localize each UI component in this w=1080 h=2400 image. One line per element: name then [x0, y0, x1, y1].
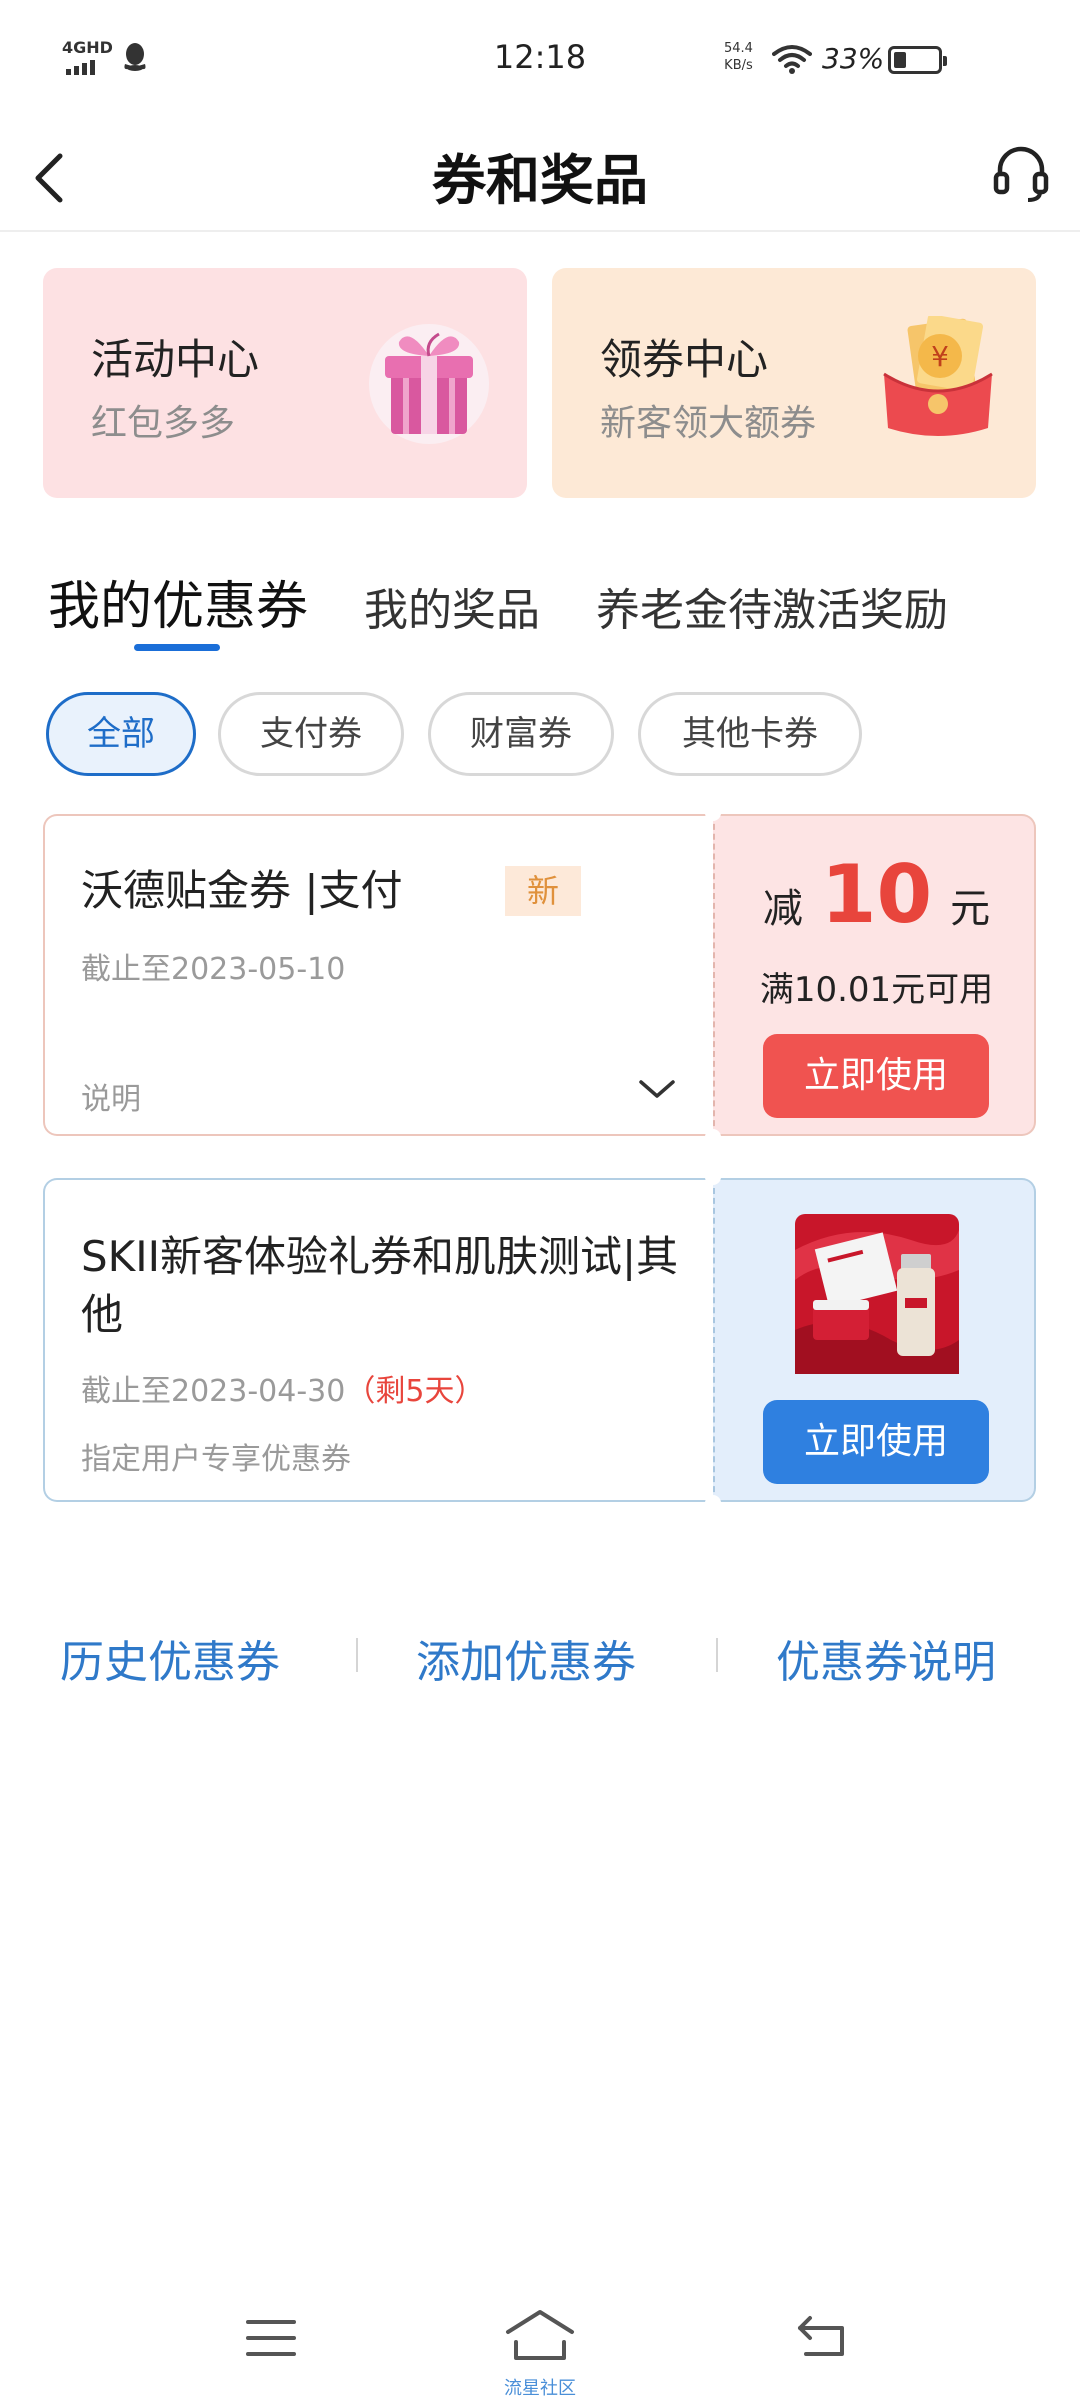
- days-remaining: （剩5天）: [345, 1374, 485, 1409]
- status-bar: 4GHD 12:18 54.4 KB/s 33%: [0, 0, 1080, 120]
- coupon-center-title: 领券中心: [600, 335, 769, 384]
- coupon-notch: [705, 805, 721, 821]
- coupon-card: SKII新客体验礼券和肌肤测试|其他 截止至2023-04-30（剩5天） 指定…: [43, 1169, 1036, 1511]
- coupon-value-panel: 立即使用: [713, 1178, 1036, 1502]
- use-now-button[interactable]: 立即使用: [763, 1034, 989, 1118]
- coupon-info: 沃德贴金券 |支付 新 截止至2023-05-10 说明: [43, 814, 713, 1136]
- coupon-info: SKII新客体验礼券和肌肤测试|其他 截止至2023-04-30（剩5天） 指定…: [43, 1178, 713, 1502]
- tab-my-coupons[interactable]: 我的优惠券: [48, 564, 308, 639]
- coupon-card: 沃德贴金券 |支付 新 截止至2023-05-10 说明 减 10 元 满10.01…: [43, 805, 1036, 1145]
- coupon-links: 历史优惠券 添加优惠券 优惠券说明: [0, 1626, 1080, 1696]
- amount-value: 10: [820, 848, 933, 941]
- add-coupon-link[interactable]: 添加优惠券: [416, 1626, 636, 1690]
- coupon-rules-link[interactable]: 优惠券说明: [776, 1626, 996, 1690]
- home-label: 流星社区: [504, 2378, 576, 2399]
- coupon-filters: 全部 支付券 财富券 其他卡券: [46, 692, 1046, 776]
- coupon-description-toggle[interactable]: 说明: [81, 1074, 141, 1118]
- customer-service-button[interactable]: [990, 142, 1052, 204]
- wifi-icon: [772, 44, 812, 78]
- use-now-button[interactable]: 立即使用: [763, 1400, 989, 1484]
- filter-other-cards[interactable]: 其他卡券: [638, 692, 862, 776]
- svg-text:¥: ¥: [931, 340, 949, 373]
- coupon-notch: [705, 1169, 721, 1185]
- filter-wealth[interactable]: 财富券: [428, 692, 614, 776]
- speed-value: 54.4: [724, 41, 753, 56]
- coupon-notch: [705, 1129, 721, 1145]
- link-divider: [716, 1638, 718, 1672]
- filter-all[interactable]: 全部: [46, 692, 196, 776]
- link-divider: [356, 1638, 358, 1672]
- skii-product-image: [791, 1210, 963, 1378]
- gift-icon: [369, 316, 489, 446]
- coupon-expiry-row: 截止至2023-04-30（剩5天）: [81, 1366, 484, 1410]
- coupon-name: 沃德贴金券 |支付: [81, 866, 403, 915]
- menu-icon[interactable]: [244, 2316, 298, 2360]
- coupon-name: SKII新客体验礼券和肌肤测试|其他: [81, 1232, 679, 1339]
- activity-center-subtitle: 红包多多: [91, 403, 236, 444]
- history-coupons-link[interactable]: 历史优惠券: [60, 1626, 280, 1690]
- active-tab-indicator: [134, 644, 220, 651]
- amount-unit: 元: [950, 886, 991, 932]
- coupon-expiry: 截止至2023-04-30: [81, 1374, 346, 1409]
- back-nav-icon[interactable]: [796, 2314, 852, 2360]
- tab-pension-rewards[interactable]: 养老金待激活奖励: [596, 574, 948, 638]
- coupon-amount: 减 10 元: [715, 848, 1038, 941]
- coupon-center-card[interactable]: 领券中心 新客领大额券 ¥: [552, 268, 1036, 498]
- page-title: 券和奖品: [432, 149, 648, 212]
- home-icon[interactable]: [504, 2308, 576, 2364]
- network-speed: 54.4 KB/s: [724, 40, 753, 74]
- coupon-value-panel: 减 10 元 满10.01元可用 立即使用: [713, 814, 1036, 1136]
- coupon-notch: [705, 1495, 721, 1511]
- battery-percent: 33%: [822, 42, 885, 75]
- coupon-center-subtitle: 新客领大额券: [600, 403, 817, 444]
- coupon-condition: 满10.01元可用: [759, 970, 994, 1010]
- activity-center-card[interactable]: 活动中心 红包多多: [43, 268, 527, 498]
- coupon-tabs: 我的优惠券 我的奖品 养老金待激活奖励: [48, 568, 1048, 658]
- amount-prefix: 减: [762, 886, 803, 932]
- red-envelope-icon: ¥: [878, 314, 998, 446]
- coupon-note: 指定用户专享优惠券: [81, 1442, 351, 1477]
- header: 券和奖品: [0, 120, 1080, 232]
- new-badge: 新: [505, 866, 581, 916]
- speed-unit: KB/s: [724, 58, 753, 73]
- activity-center-title: 活动中心: [91, 335, 260, 384]
- battery-icon: [888, 46, 947, 74]
- system-nav-bar: 流星社区: [0, 2290, 1080, 2400]
- headset-icon: [993, 146, 1049, 202]
- tab-my-prizes[interactable]: 我的奖品: [364, 574, 540, 638]
- chevron-down-icon[interactable]: [635, 1074, 679, 1104]
- coupon-expiry: 截止至2023-05-10: [81, 952, 346, 987]
- filter-payment[interactable]: 支付券: [218, 692, 404, 776]
